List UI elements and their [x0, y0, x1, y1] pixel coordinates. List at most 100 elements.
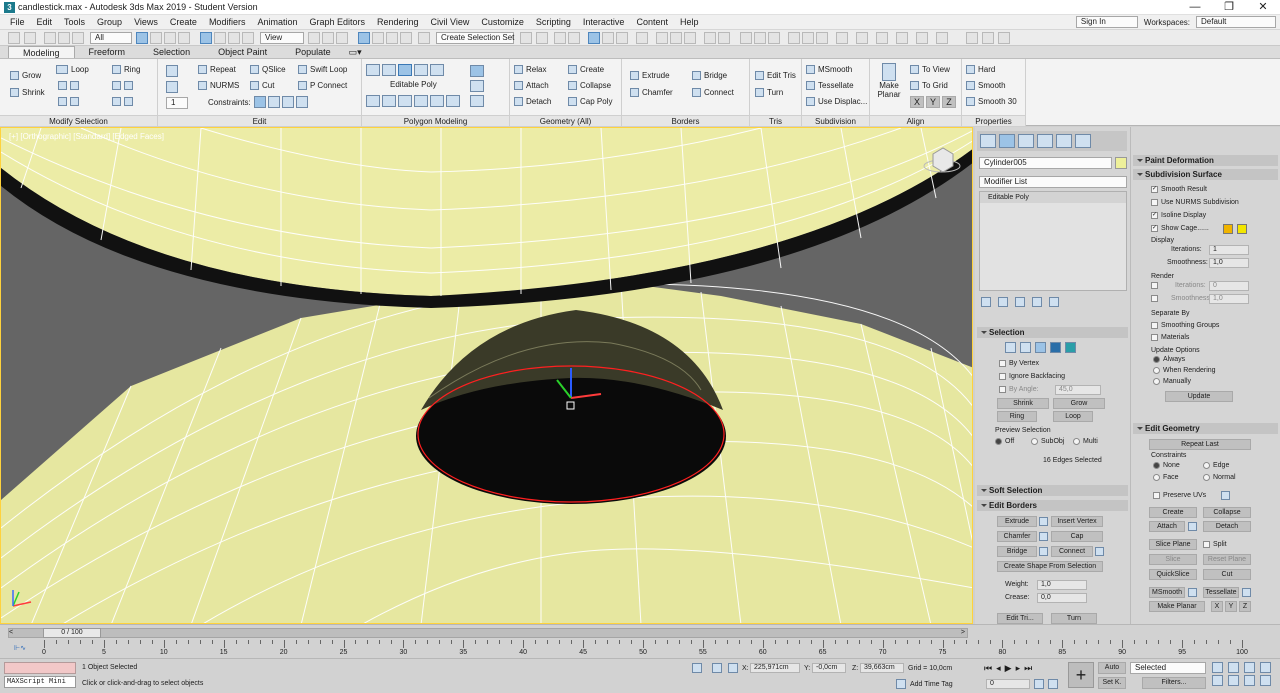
make-planar-button[interactable]: Make Planar — [876, 63, 902, 99]
go-to-end-icon[interactable]: ⏭ — [1024, 663, 1032, 674]
extra-tool-10-icon[interactable] — [896, 32, 908, 44]
eg-y-button[interactable]: Y — [1225, 601, 1237, 612]
cap-poly-button[interactable]: Cap Poly — [568, 97, 612, 106]
selection-loop-button[interactable]: Loop — [1053, 411, 1093, 422]
maximize-viewport-icon[interactable] — [1260, 675, 1271, 686]
menu-graph-editors[interactable]: Graph Editors — [303, 17, 371, 27]
modify-mode-icon[interactable] — [366, 95, 380, 107]
eb-chamfer-button[interactable]: Chamfer — [997, 531, 1037, 542]
tab-freeform[interactable]: Freeform — [75, 46, 140, 58]
extra-tool-7-icon[interactable] — [836, 32, 848, 44]
eg-msmooth-button[interactable]: MSmooth — [1149, 587, 1185, 598]
motion-tab-icon[interactable] — [1037, 134, 1053, 148]
manually-radio[interactable]: Manually — [1153, 378, 1191, 385]
set-key-icon[interactable]: + — [1068, 662, 1094, 688]
constraint-edge-radio[interactable]: Edge — [1203, 462, 1229, 469]
eg-attach-settings-icon[interactable] — [1188, 522, 1197, 531]
edge-mode-icon[interactable] — [382, 64, 396, 76]
rollout-subdivision-surface[interactable]: Subdivision Surface — [1133, 169, 1278, 180]
extra-tool-2-icon[interactable] — [754, 32, 766, 44]
viewport[interactable]: [+] [Orthographic] [Standard] [Edged Fac… — [0, 127, 973, 624]
select-move-icon[interactable] — [200, 32, 212, 44]
align-y-button[interactable]: Y — [926, 96, 940, 108]
hard-button[interactable]: Hard — [966, 65, 995, 74]
eg-attach-button[interactable]: Attach — [1149, 521, 1185, 532]
to-view-button[interactable]: To View — [910, 65, 950, 74]
sel-element-icon[interactable] — [1065, 342, 1076, 353]
materials-checkbox[interactable]: Materials — [1151, 334, 1189, 341]
constraint-face-radio[interactable]: Face — [1153, 474, 1179, 481]
loop-shrink-icon[interactable] — [58, 81, 79, 90]
preserve-uvs-icon[interactable] — [166, 65, 178, 77]
loop-button[interactable]: Loop — [56, 65, 89, 74]
tessellate-button[interactable]: Tessellate — [806, 81, 854, 90]
select-manipulate-icon[interactable] — [322, 32, 334, 44]
sel-edge-icon[interactable] — [1020, 342, 1031, 353]
eg-tessellate-settings-icon[interactable] — [1242, 588, 1251, 597]
show-end-result-icon[interactable] — [414, 95, 428, 107]
eg-msmooth-settings-icon[interactable] — [1188, 588, 1197, 597]
edit-spinner-value[interactable]: 1 — [166, 97, 188, 109]
extra-tool-1-icon[interactable] — [740, 32, 752, 44]
chamfer-button[interactable]: Chamfer — [630, 88, 673, 97]
constraint-none-icon[interactable] — [254, 96, 266, 108]
material-editor-icon[interactable] — [636, 32, 648, 44]
ring-shrink-icon[interactable] — [112, 81, 133, 90]
percent-snap-icon[interactable] — [386, 32, 398, 44]
rollout-soft-selection[interactable]: Soft Selection — [977, 485, 1128, 496]
tab-modeling[interactable]: Modeling — [8, 46, 75, 58]
eg-tessellate-button[interactable]: Tessellate — [1203, 587, 1239, 598]
reset-plane-button[interactable]: Reset Plane — [1203, 554, 1251, 565]
extra-tool-14-icon[interactable] — [982, 32, 994, 44]
remove-modifier-icon[interactable] — [1032, 297, 1042, 307]
turn-button[interactable]: Turn — [755, 88, 783, 97]
menu-views[interactable]: Views — [128, 17, 164, 27]
rollout-edit-geometry[interactable]: Edit Geometry — [1133, 423, 1278, 434]
menu-file[interactable]: File — [4, 17, 31, 27]
z-coord-field[interactable]: 39,663cm — [860, 663, 904, 673]
cage-color-2[interactable] — [1237, 224, 1247, 234]
unlink-icon[interactable] — [58, 32, 70, 44]
by-angle-spinner[interactable]: 45,0 — [1055, 385, 1101, 395]
use-soft-selection-icon[interactable] — [382, 95, 396, 107]
menu-animation[interactable]: Animation — [251, 17, 303, 27]
eb-extrude-settings-icon[interactable] — [1039, 517, 1048, 526]
keyboard-shortcut-icon[interactable] — [336, 32, 348, 44]
extra-tool-11-icon[interactable] — [916, 32, 928, 44]
timeline-ruler[interactable]: 0 5 10 15 20 25 30 35 40 45 50 55 60 65 70 75 80 85 90 95 10… — [0, 625, 1280, 659]
link-icon[interactable] — [44, 32, 56, 44]
rollout-selection[interactable]: Selection — [977, 327, 1128, 338]
rectangle-selection-icon[interactable] — [164, 32, 176, 44]
stack-item-editable-poly[interactable]: Editable Poly — [980, 192, 1126, 203]
cage-color-1[interactable] — [1223, 224, 1233, 234]
extra-tool-12-icon[interactable] — [936, 32, 948, 44]
play-icon[interactable]: ▶ — [1005, 663, 1012, 674]
show-end-result-stack-icon[interactable] — [998, 297, 1008, 307]
object-color-swatch[interactable] — [1115, 157, 1127, 169]
selection-filter-dropdown[interactable]: All — [90, 32, 132, 44]
key-mode-icon[interactable] — [1048, 679, 1058, 689]
maxscript-mini-field[interactable]: MAXScript Mini — [4, 676, 76, 688]
preview-selection-icon[interactable] — [446, 95, 460, 107]
use-nurms-checkbox[interactable]: Use NURMS Subdivision — [1151, 199, 1239, 206]
maximize-button[interactable]: ❐ — [1212, 0, 1246, 15]
utilities-tab-icon[interactable] — [1075, 134, 1091, 148]
extra-tool-9-icon[interactable] — [876, 32, 888, 44]
time-config-icon[interactable] — [1034, 679, 1044, 689]
sign-in-dropdown[interactable]: Sign In — [1075, 16, 1138, 28]
orbit-icon[interactable] — [1244, 675, 1255, 686]
time-tag-lock-icon[interactable] — [896, 679, 906, 689]
loop-grow-icon[interactable] — [58, 97, 79, 106]
toggle-scene-explorer-icon[interactable] — [554, 32, 566, 44]
menu-content[interactable]: Content — [630, 17, 674, 27]
eg-detach-button[interactable]: Detach — [1203, 521, 1251, 532]
edit-tris-button[interactable]: Edit Tris — [755, 71, 796, 80]
ribbon-options-icon[interactable]: ▭▾ — [345, 46, 366, 58]
key-filters-button[interactable]: Filters... — [1142, 677, 1206, 689]
smoothness-spinner[interactable]: 1,0 — [1209, 258, 1249, 268]
edit-named-selection-icon[interactable] — [418, 32, 430, 44]
qslice-button[interactable]: QSlice — [250, 65, 286, 74]
toggle-command-mode-icon[interactable] — [430, 95, 444, 107]
repeat-button[interactable]: Repeat — [198, 65, 236, 74]
eg-cut-button[interactable]: Cut — [1203, 569, 1251, 580]
